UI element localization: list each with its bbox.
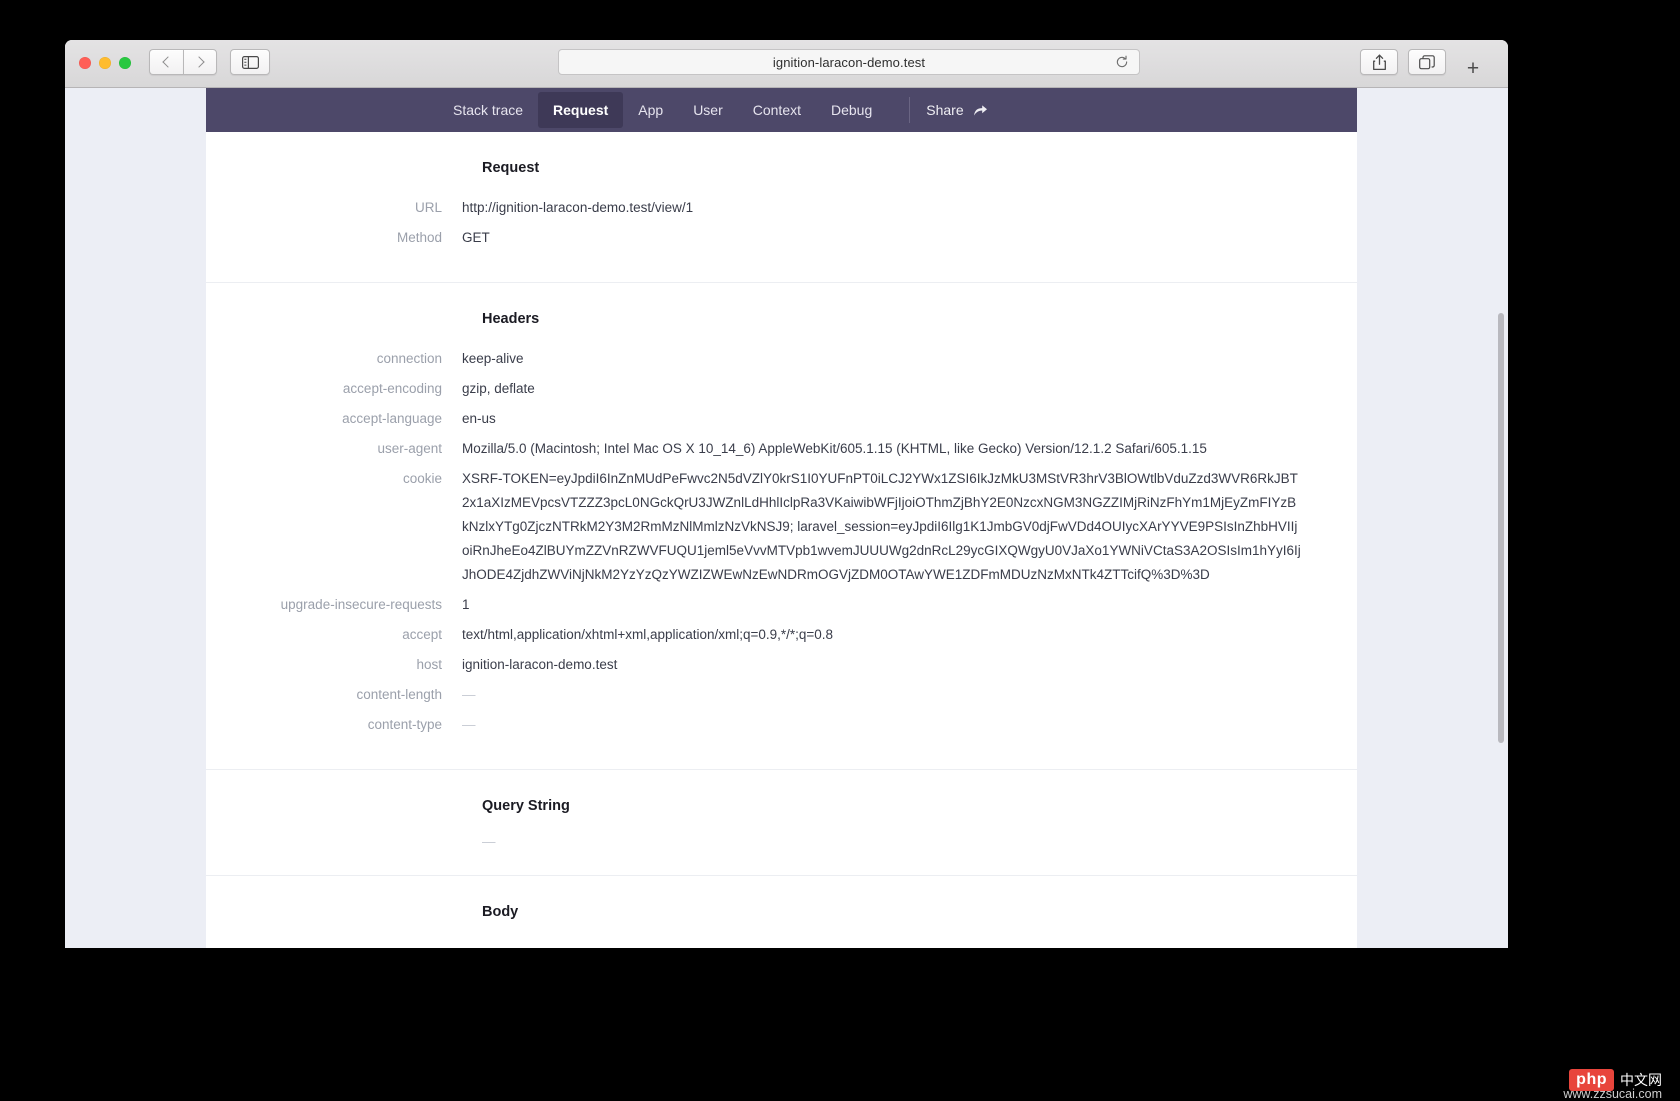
ignition-error-page: Stack trace Request App User Context Deb…	[206, 88, 1357, 948]
body-empty-value: —	[482, 940, 496, 948]
row-key-url: URL	[414, 200, 442, 215]
row-key-method: Method	[396, 230, 442, 246]
row-key-upgrade-insecure-requests: upgrade-insecure-requests	[280, 597, 442, 613]
row-key-accept-language: accept-language	[342, 411, 442, 427]
row-value-accept-encoding: gzip, deflate	[462, 381, 535, 397]
new-tab-label: +	[1466, 56, 1480, 80]
row-accept-encoding: accept-encoding gzip, deflate	[206, 377, 1357, 401]
show-tabs-button[interactable]	[1408, 49, 1446, 75]
row-accept: accept text/html,application/xhtml+xml,a…	[206, 623, 1357, 647]
url-text: ignition-laracon-demo.test	[772, 54, 926, 70]
watermark-url: www.zzsucai.com	[1563, 1087, 1662, 1101]
row-value-url: http://ignition-laracon-demo.test/view/1	[462, 200, 694, 215]
ignition-nav-bar: Stack trace Request App User Context Deb…	[206, 88, 1357, 132]
section-title-headers: Headers	[482, 311, 540, 328]
browser-window: ignition-laracon-demo.test + Stack trace…	[65, 40, 1508, 948]
section-title-request: Request	[482, 160, 540, 176]
section-query-string: Query String —	[206, 770, 1357, 877]
row-key-cookie: cookie	[402, 471, 442, 487]
row-key-accept-encoding: accept-encoding	[342, 381, 442, 397]
sidebar-toggle-button[interactable]	[230, 49, 270, 75]
row-value-user-agent: Mozilla/5.0 (Macintosh; Intel Mac OS X 1…	[462, 441, 1207, 457]
tab-context[interactable]: Context	[738, 92, 816, 128]
forward-button[interactable]	[183, 49, 217, 75]
row-accept-language: accept-language en-us	[206, 407, 1357, 431]
sidebar-icon	[241, 55, 259, 69]
share-action[interactable]: Share	[926, 102, 987, 118]
tabs-icon	[1419, 54, 1435, 69]
row-user-agent: user-agent Mozilla/5.0 (Macintosh; Intel…	[206, 437, 1357, 461]
browser-toolbar: ignition-laracon-demo.test +	[65, 40, 1508, 88]
window-controls	[79, 57, 131, 69]
row-cookie: cookie XSRF-TOKEN=eyJpdiI6InZnMUdPeFwvc2…	[206, 467, 1357, 587]
row-value-method: GET	[462, 230, 490, 246]
row-content-type: content-type —	[206, 713, 1357, 737]
row-value-connection: keep-alive	[462, 351, 524, 367]
row-value-content-type: —	[462, 717, 476, 733]
ignition-request-panel: Request URL http://ignition-laracon-demo…	[206, 132, 1357, 948]
section-title-body: Body	[482, 904, 519, 921]
back-button[interactable]	[149, 49, 183, 75]
row-value-accept-language: en-us	[462, 411, 496, 427]
address-bar[interactable]: ignition-laracon-demo.test	[558, 49, 1140, 75]
share-label: Share	[926, 102, 964, 118]
tab-stack-trace[interactable]: Stack trace	[438, 92, 538, 128]
section-headers: Headers connection keep-alive accept-enc…	[206, 283, 1357, 771]
row-key-content-length: content-length	[356, 687, 442, 703]
query-string-empty-value: —	[482, 834, 496, 850]
tab-request[interactable]: Request	[538, 92, 624, 128]
tab-app[interactable]: App	[623, 92, 678, 128]
tab-debug[interactable]: Debug	[816, 92, 887, 128]
nav-divider	[909, 97, 911, 123]
chevron-left-icon	[162, 56, 174, 68]
row-value-cookie: XSRF-TOKEN=eyJpdiI6InZnMUdPeFwvc2N5dVZlY…	[462, 471, 1301, 583]
row-value-host: ignition-laracon-demo.test	[462, 657, 618, 673]
row-key-accept: accept	[402, 627, 442, 643]
row-key-host: host	[416, 657, 442, 673]
share-arrow-icon	[973, 104, 988, 117]
row-content-length: content-length —	[206, 683, 1357, 707]
row-url: URL http://ignition-laracon-demo.test/vi…	[206, 196, 1357, 220]
share-button[interactable]	[1360, 49, 1398, 75]
chevron-right-icon	[192, 56, 205, 68]
row-value-upgrade-insecure-requests: 1	[462, 597, 470, 613]
tab-user[interactable]: User	[678, 92, 738, 128]
row-value-accept: text/html,application/xhtml+xml,applicat…	[462, 627, 834, 643]
close-window-button[interactable]	[79, 57, 91, 69]
section-request: Request URL http://ignition-laracon-demo…	[206, 132, 1357, 284]
row-key-connection: connection	[376, 351, 442, 367]
section-title-query-string: Query String	[482, 798, 570, 815]
row-key-content-type: content-type	[367, 717, 442, 733]
reload-icon[interactable]	[1115, 55, 1129, 69]
page-scrollbar[interactable]	[1498, 313, 1504, 743]
maximize-window-button[interactable]	[119, 57, 131, 69]
row-connection: connection keep-alive	[206, 347, 1357, 371]
minimize-window-button[interactable]	[99, 57, 111, 69]
page-viewport: Stack trace Request App User Context Deb…	[65, 88, 1508, 948]
row-value-content-length: —	[462, 687, 476, 703]
row-host: host ignition-laracon-demo.test	[206, 653, 1357, 677]
row-upgrade-insecure-requests: upgrade-insecure-requests 1	[206, 593, 1357, 617]
row-method: Method GET	[206, 226, 1357, 250]
section-body: Body —	[206, 876, 1357, 948]
new-tab-button[interactable]: +	[1458, 54, 1488, 82]
row-key-user-agent: user-agent	[377, 441, 442, 457]
share-icon	[1372, 54, 1386, 70]
